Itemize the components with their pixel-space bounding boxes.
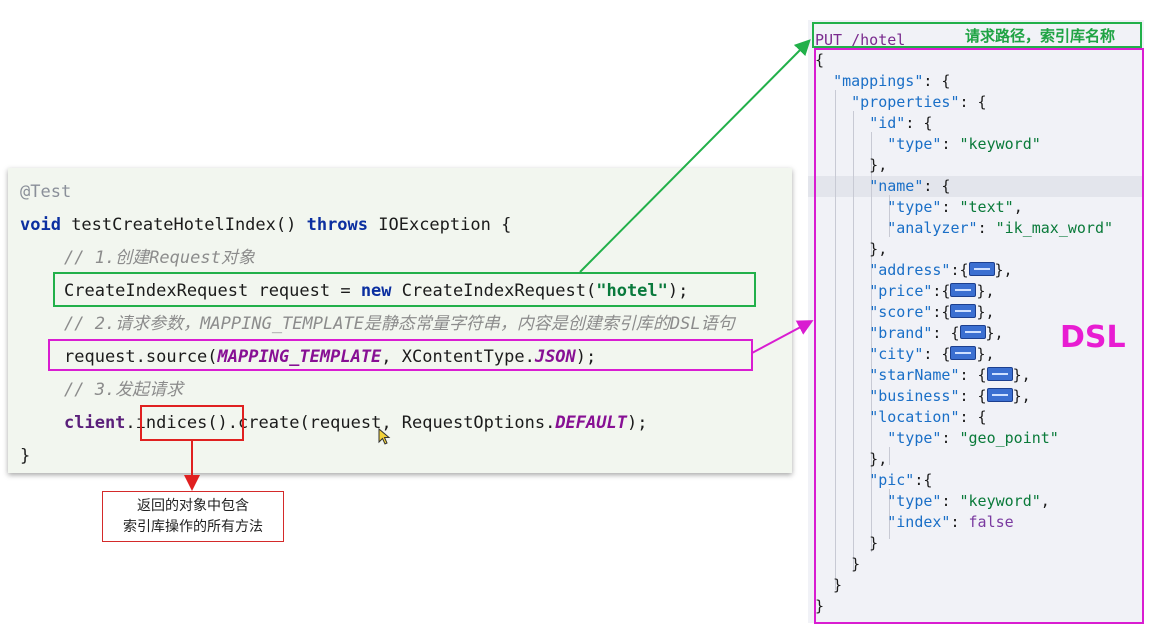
annotation-arrows	[184, 39, 814, 491]
green-arrow	[579, 39, 811, 273]
magenta-arrow	[751, 320, 814, 354]
